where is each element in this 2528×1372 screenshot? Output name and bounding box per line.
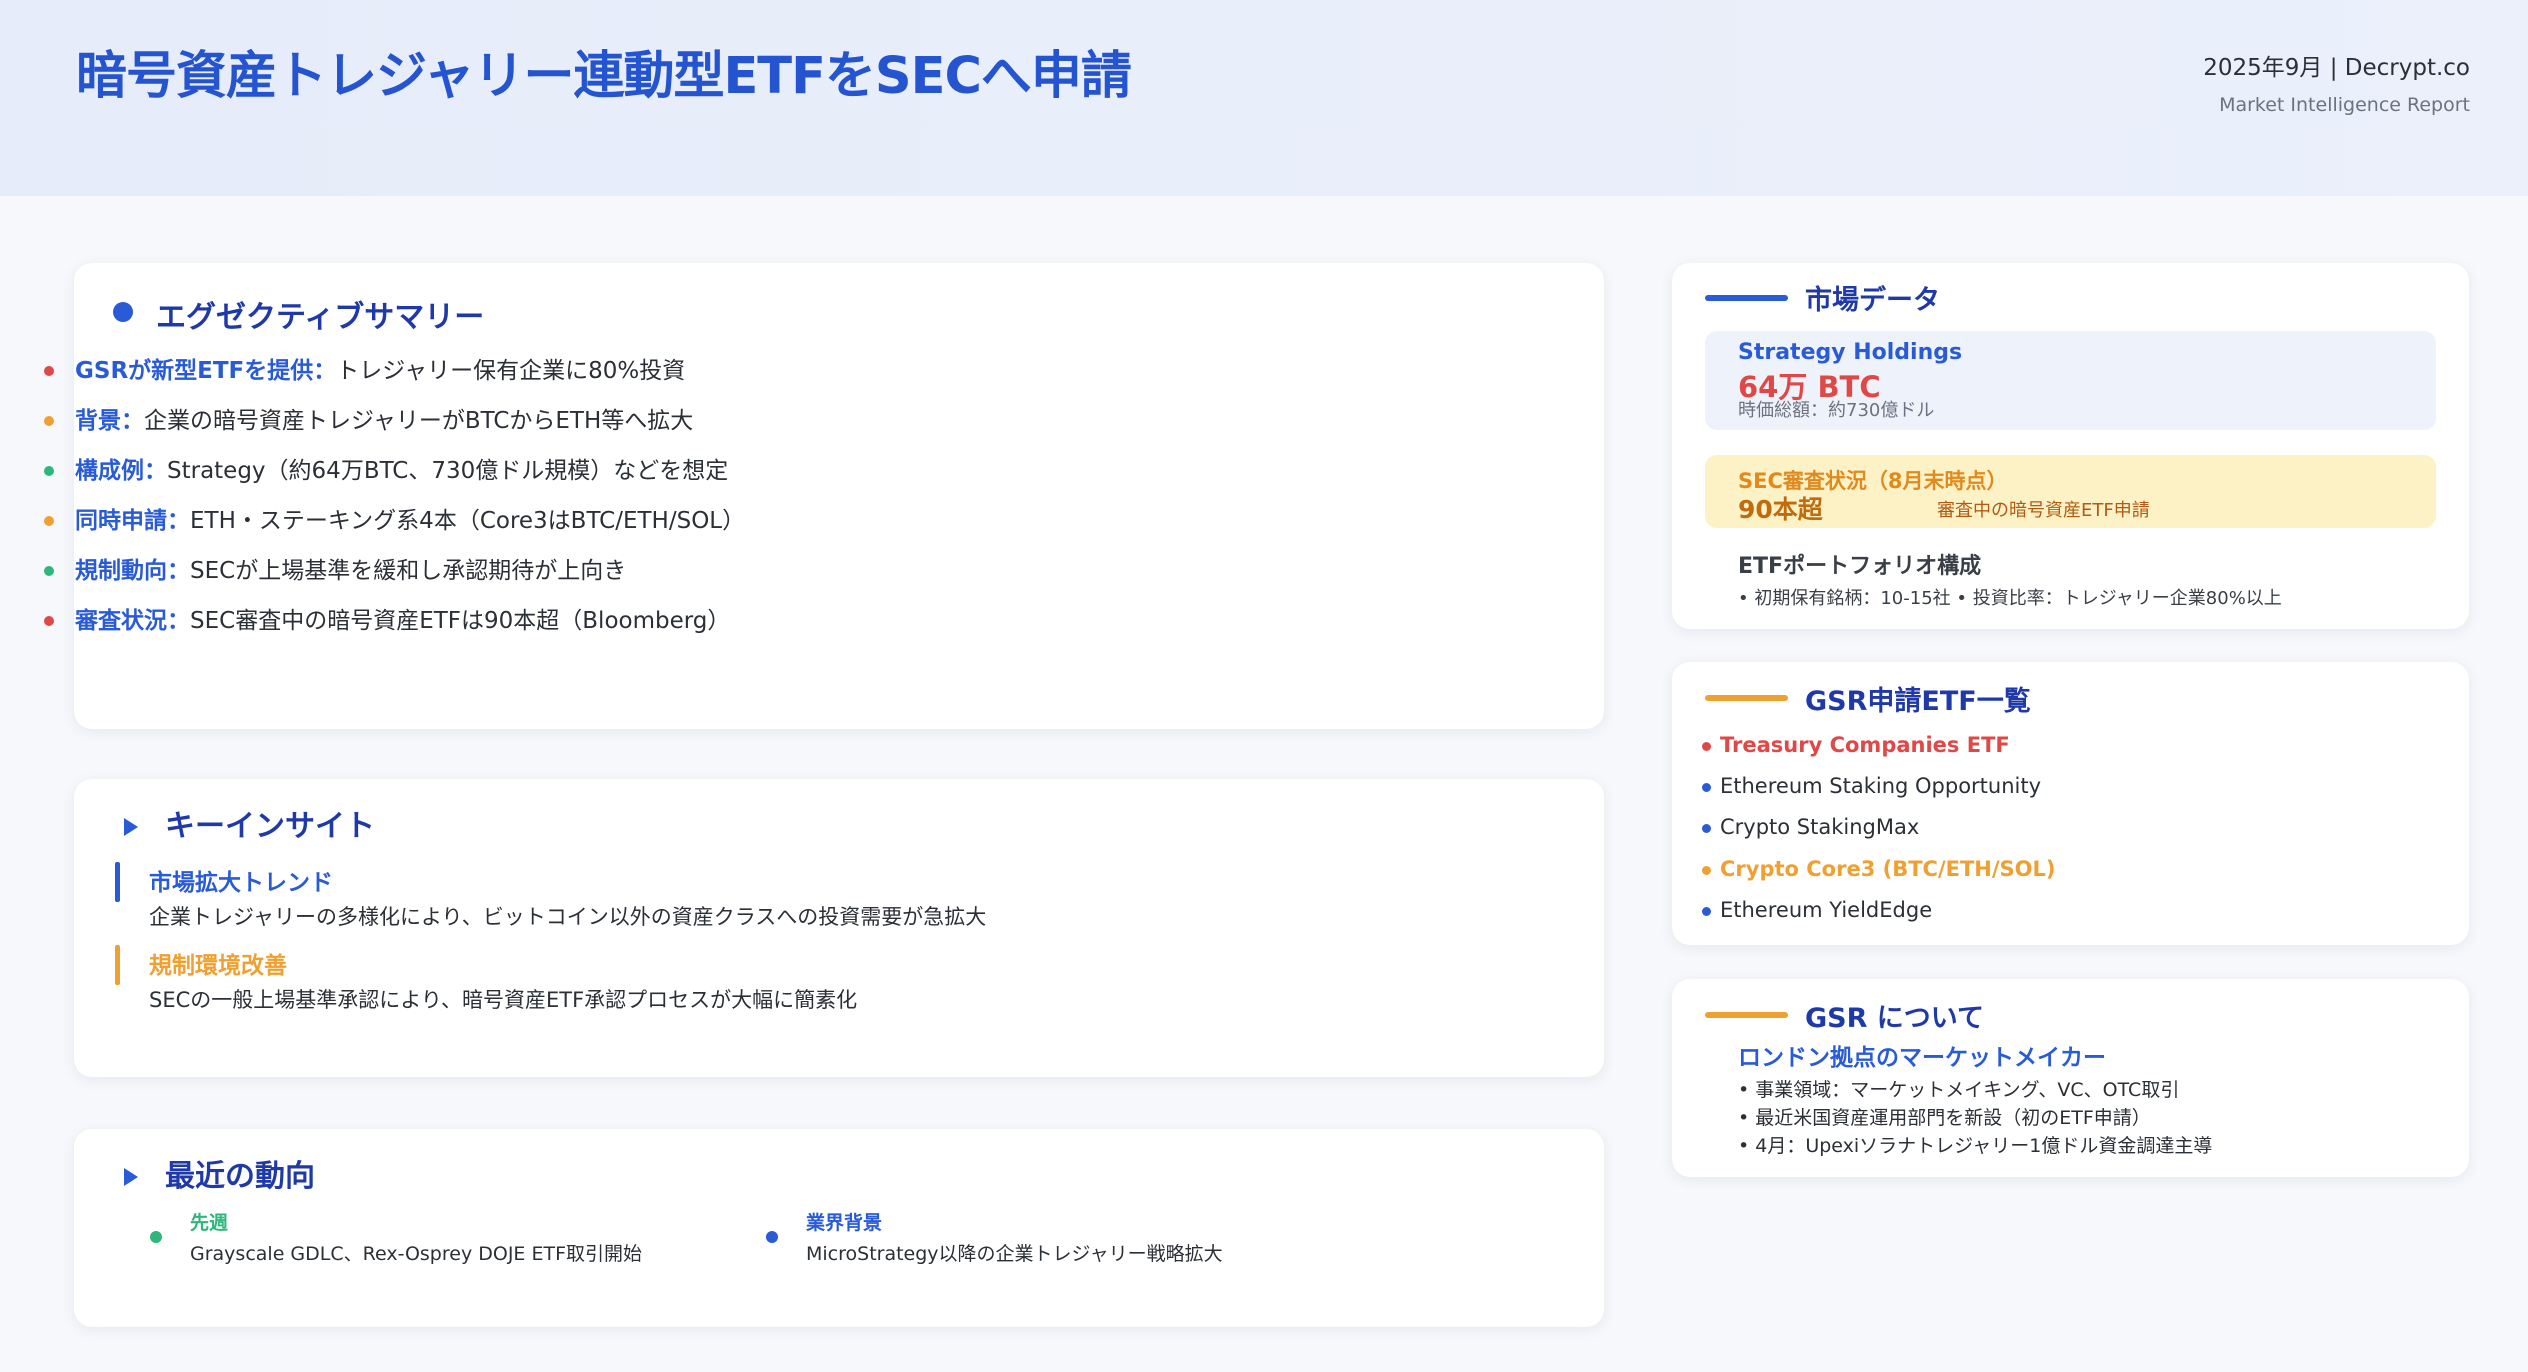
summary-bullet: 背景：企業の暗号資産トレジャリーがBTCからETH等へ拡大	[0, 400, 745, 450]
etf-label: Crypto Core3 (BTC/ETH/SOL)	[1720, 857, 2056, 881]
recent-title: 最近の動向	[165, 1159, 315, 1194]
header-date-source: 2025年9月 | Decrypt.co	[2203, 55, 2470, 81]
etf-list-item: Crypto Core3 (BTC/ETH/SOL)	[1702, 857, 2056, 881]
insight-heading: 市場拡大トレンド	[149, 870, 333, 896]
insight-item: 規制環境改善 SECの一般上場基準承認により、暗号資産ETF承認プロセスが大幅に…	[149, 946, 857, 1014]
summary-list: GSRが新型ETFを提供：トレジャリー保有企業に80%投資 背景：企業の暗号資産ト…	[0, 350, 745, 650]
recent-heading: 先週	[190, 1212, 229, 1234]
etf-list-item: Crypto StakingMax	[1702, 815, 1920, 839]
bullet-key: GSRが新型ETFを提供：	[75, 358, 337, 384]
sec-status-value: 90本超	[1738, 495, 1823, 524]
summary-bullet: 同時申請：ETH・ステーキング系4本（Core3はBTC/ETH/SOL）	[0, 500, 745, 550]
bullet-key: 背景：	[75, 408, 144, 434]
bullet-text: SECが上場基準を緩和し承認期待が上向き	[190, 558, 627, 584]
insight-body: 企業トレジャリーの多様化により、ビットコイン以外の資産クラスへの投資需要が急拡大	[149, 905, 987, 929]
recent-body: Grayscale GDLC、Rex-Osprey DOJE ETF取引開始	[190, 1243, 643, 1265]
bullet-text: ETH・ステーキング系4本（Core3はBTC/ETH/SOL）	[190, 508, 746, 534]
summary-bullet: 規制動向：SECが上場基準を緩和し承認期待が上向き	[0, 550, 745, 600]
etf-label: Ethereum Staking Opportunity	[1720, 774, 2042, 798]
bullet-text: SEC審査中の暗号資産ETFは90本超（Bloomberg）	[190, 608, 731, 634]
insight-triangle-icon	[124, 818, 138, 836]
page-title: 暗号資産トレジャリー連動型ETFをSECへ申請	[76, 47, 1132, 106]
bullet-key: 規制動向：	[75, 558, 190, 584]
bullet-text: 企業の暗号資産トレジャリーがBTCからETH等へ拡大	[144, 408, 694, 434]
insight-accent-bar	[115, 945, 120, 985]
etf-dot-icon	[1702, 742, 1711, 751]
bullet-dot-icon	[44, 466, 54, 476]
market-accent-line	[1705, 295, 1788, 301]
summary-title: エグゼクティブサマリー	[156, 300, 485, 335]
insight-body: SECの一般上場基準承認により、暗号資産ETF承認プロセスが大幅に簡素化	[149, 988, 858, 1012]
header-subtitle: Market Intelligence Report	[2219, 94, 2470, 116]
etf-dot-icon	[1702, 907, 1711, 916]
portfolio-note: • 初期保有銘柄：10-15社 • 投資比率：トレジャリー企業80%以上	[1738, 588, 2282, 609]
summary-bullet: 審査状況：SEC審査中の暗号資産ETFは90本超（Bloomberg）	[0, 600, 745, 650]
summary-bullet: GSRが新型ETFを提供：トレジャリー保有企業に80%投資	[0, 350, 745, 400]
bullet-dot-icon	[44, 366, 54, 376]
recent-item: 先週 Grayscale GDLC、Rex-Osprey DOJE ETF取引開…	[190, 1208, 642, 1266]
header-meta: 2025年9月 | Decrypt.co Market Intelligence…	[2203, 48, 2470, 116]
etf-label: Crypto StakingMax	[1720, 815, 1920, 839]
etf-label: Treasury Companies ETF	[1720, 733, 2010, 757]
summary-dot-icon	[113, 302, 133, 322]
etf-dot-icon	[1702, 783, 1711, 792]
bullet-dot-icon	[44, 616, 54, 626]
bullet-key: 構成例：	[75, 458, 167, 484]
recent-heading: 業界背景	[806, 1212, 883, 1234]
etf-list-item: Ethereum YieldEdge	[1702, 898, 1933, 922]
strategy-note: 時価総額：約730億ドル	[1738, 400, 1935, 421]
summary-bullet: 構成例：Strategy（約64万BTC、730億ドル規模）などを想定	[0, 450, 745, 500]
recent-triangle-icon	[124, 1168, 138, 1186]
recent-body: MicroStrategy以降の企業トレジャリー戦略拡大	[806, 1243, 1223, 1265]
bullet-dot-icon	[44, 416, 54, 426]
bullet-dot-icon	[44, 566, 54, 576]
bullet-key: 審査状況：	[75, 608, 190, 634]
recent-dot-icon	[766, 1231, 778, 1243]
etf-list-accent-line	[1705, 695, 1788, 701]
etf-label: Ethereum YieldEdge	[1720, 898, 1933, 922]
etf-dot-icon	[1702, 824, 1711, 833]
portfolio-title: ETFポートフォリオ構成	[1738, 554, 1982, 579]
insights-title: キーインサイト	[165, 809, 375, 844]
strategy-label: Strategy Holdings	[1738, 340, 1963, 365]
recent-item: 業界背景 MicroStrategy以降の企業トレジャリー戦略拡大	[806, 1208, 1223, 1266]
about-accent-line	[1705, 1012, 1788, 1018]
insight-heading: 規制環境改善	[149, 953, 287, 979]
etf-list-item: Treasury Companies ETF	[1702, 733, 2010, 757]
insight-accent-bar	[115, 862, 120, 902]
about-subtitle: ロンドン拠点のマーケットメイカー	[1738, 1045, 2106, 1071]
bullet-dot-icon	[44, 516, 54, 526]
sec-status-note: 審査中の暗号資産ETF申請	[1937, 500, 2150, 521]
market-title: 市場データ	[1805, 285, 1940, 316]
about-title: GSR について	[1805, 1003, 1984, 1034]
about-line: • 4月：Upexiソラナトレジャリー1億ドル資金調達主導	[1738, 1135, 2213, 1157]
etf-dot-icon	[1702, 866, 1711, 875]
recent-dot-icon	[150, 1231, 162, 1243]
etf-list-item: Ethereum Staking Opportunity	[1702, 774, 2042, 798]
about-line: • 事業領域：マーケットメイキング、VC、OTC取引	[1738, 1079, 2180, 1101]
bullet-text: Strategy（約64万BTC、730億ドル規模）などを想定	[167, 458, 729, 484]
bullet-key: 同時申請：	[75, 508, 190, 534]
etf-list-title: GSR申請ETF一覧	[1805, 686, 2031, 717]
insight-item: 市場拡大トレンド 企業トレジャリーの多様化により、ビットコイン以外の資産クラスへ…	[149, 863, 986, 931]
about-line: • 最近米国資産運用部門を新設（初のETF申請）	[1738, 1107, 2151, 1129]
bullet-text: トレジャリー保有企業に80%投資	[336, 358, 686, 384]
